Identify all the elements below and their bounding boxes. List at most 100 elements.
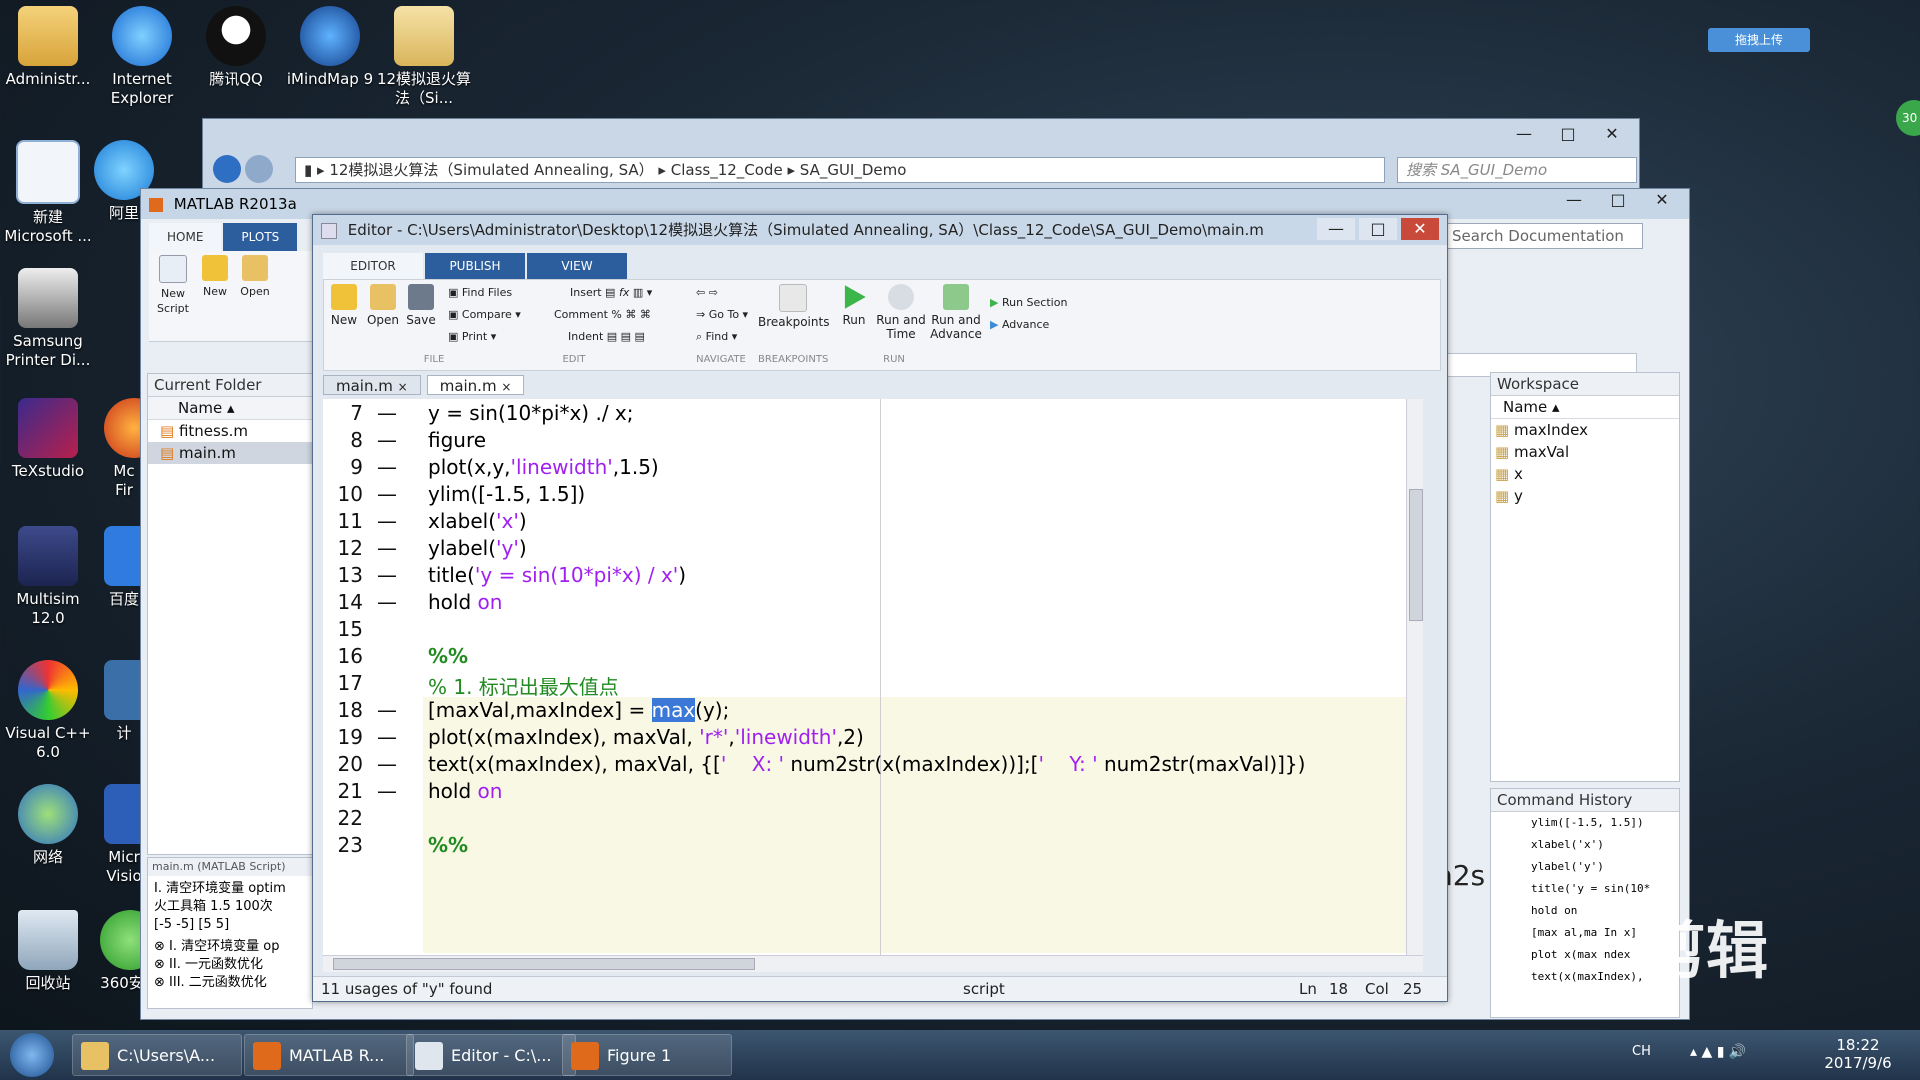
code-line[interactable]: y = sin(10*pi*x) ./ x;	[428, 401, 634, 425]
firefox-icon[interactable]: Mc Fir	[104, 398, 144, 500]
code-line[interactable]: %%	[428, 833, 468, 857]
save-button[interactable]: Save	[406, 280, 436, 327]
open-button[interactable]: Open	[237, 251, 273, 299]
workspace-var[interactable]: ▦ maxVal	[1491, 441, 1679, 463]
upload-button[interactable]: 拖拽上传	[1708, 28, 1810, 52]
code-line[interactable]: %%	[428, 644, 468, 668]
history-line[interactable]: xlabel('x')	[1491, 834, 1679, 856]
indent-button[interactable]: Indent ▤ ▤ ▤	[568, 326, 645, 348]
code-line[interactable]: ylim([-1.5, 1.5])	[428, 482, 585, 506]
close-button[interactable]: ✕	[1593, 123, 1631, 145]
word-doc-icon[interactable]: 新建 Microsoft ...	[0, 140, 96, 246]
code-line[interactable]: title('y = sin(10*pi*x) / x')	[428, 563, 686, 587]
workspace-var[interactable]: ▦ maxIndex	[1491, 419, 1679, 441]
multisim-icon[interactable]: Multisim 12.0	[0, 526, 96, 628]
goto-button[interactable]: ⇒ Go To ▾	[696, 304, 748, 326]
taskbar-item-figure[interactable]: Figure 1	[562, 1034, 732, 1076]
new-button[interactable]: New	[328, 280, 360, 327]
scrollbar-thumb[interactable]	[333, 958, 755, 970]
outline-item[interactable]: ⊗ II. 一元函数优化	[154, 956, 306, 974]
minimize-button[interactable]: —	[1505, 123, 1543, 145]
horizontal-scrollbar[interactable]	[323, 955, 1423, 972]
folder-icon[interactable]: 12模拟退火算法（Si...	[376, 6, 472, 108]
comment-button[interactable]: Comment % ⌘ ⌘	[554, 304, 651, 326]
language-indicator[interactable]: CH	[1632, 1044, 1651, 1059]
find-button[interactable]: ⌕ Find ▾	[696, 326, 737, 348]
workspace-var[interactable]: ▦ y	[1491, 485, 1679, 507]
tray-icons[interactable]: ▴ ▲ ▮ 🔊	[1690, 1044, 1746, 1060]
code-line[interactable]: plot(x,y,'linewidth',1.5)	[428, 455, 659, 479]
code-line[interactable]: plot(x(maxIndex), maxVal, 'r*','linewidt…	[428, 725, 864, 749]
minimize-button[interactable]: —	[1555, 189, 1593, 211]
tab-home[interactable]: HOME	[149, 223, 222, 251]
back-button[interactable]	[213, 155, 241, 183]
explorer-search-input[interactable]: 搜索 SA_GUI_Demo	[1397, 157, 1637, 183]
run-and-time-button[interactable]: Run and Time	[876, 280, 926, 341]
history-line[interactable]: ylabel('y')	[1491, 856, 1679, 878]
search-documentation-input[interactable]: Search Documentation	[1445, 223, 1643, 249]
run-button[interactable]: Run	[836, 280, 872, 327]
print-button[interactable]: ▣ Print ▾	[448, 326, 496, 348]
document-tab[interactable]: main.m ×	[323, 375, 421, 395]
document-tab[interactable]: main.m ×	[426, 375, 525, 395]
qq-icon[interactable]: 腾讯QQ	[188, 6, 284, 89]
code-line[interactable]: [maxVal,maxIndex] = max(y);	[428, 698, 729, 722]
tab-publish[interactable]: PUBLISH	[425, 253, 525, 279]
back-forward-arrows[interactable]: ⇦ ⇨	[696, 282, 718, 304]
outline-item[interactable]: ⊗ III. 二元函数优化	[154, 974, 306, 992]
file-row[interactable]: ▤ main.m	[148, 442, 312, 464]
insert-button[interactable]: Insert ▤ fx ▥ ▾	[570, 282, 652, 304]
recycle-bin-icon[interactable]: 回收站	[0, 910, 96, 993]
computer-icon[interactable]: 计	[104, 660, 144, 743]
taskbar-item-editor[interactable]: Editor - C:\...	[406, 1034, 576, 1076]
code-line[interactable]: figure	[428, 428, 486, 452]
advance-button[interactable]: ▶ Advance	[990, 314, 1049, 336]
administrator-folder-icon[interactable]: Administr...	[0, 6, 96, 89]
tab-editor[interactable]: EDITOR	[323, 253, 423, 279]
compare-button[interactable]: ▣ Compare ▾	[448, 304, 521, 326]
baidu-icon[interactable]: 百度	[104, 526, 144, 609]
run-and-advance-button[interactable]: Run and Advance	[930, 280, 982, 341]
close-button[interactable]: ✕	[1401, 218, 1439, 240]
find-files-button[interactable]: ▣ Find Files	[448, 282, 512, 304]
history-line[interactable]: ylim([-1.5, 1.5])	[1491, 812, 1679, 834]
start-button[interactable]	[10, 1033, 54, 1077]
taskbar-item-explorer[interactable]: C:\Users\A...	[72, 1034, 242, 1076]
file-row[interactable]: ▤ fitness.m	[148, 420, 312, 442]
new-button[interactable]: New	[197, 251, 233, 299]
code-line[interactable]: % 1. 标记出最大值点	[428, 671, 619, 700]
taskbar-item-matlab[interactable]: MATLAB R...	[244, 1034, 414, 1076]
scrollbar-thumb[interactable]	[1409, 489, 1423, 621]
open-button[interactable]: Open	[366, 280, 400, 327]
code-editor[interactable]: 7— y = sin(10*pi*x) ./ x; 8— figure 9— p…	[323, 399, 1423, 955]
code-line[interactable]: hold on	[428, 590, 502, 614]
code-line[interactable]: xlabel('x')	[428, 509, 527, 533]
vertical-scrollbar[interactable]	[1406, 399, 1423, 955]
tab-plots[interactable]: PLOTS	[223, 223, 298, 251]
texstudio-icon[interactable]: TeXstudio	[0, 398, 96, 481]
path-segment[interactable]: Class_12_Code	[671, 161, 783, 179]
minimize-button[interactable]: —	[1317, 218, 1355, 240]
outline-item[interactable]: ⊗ I. 清空环境变量 op	[154, 938, 306, 956]
history-line[interactable]: title('y = sin(10*	[1491, 878, 1679, 900]
new-script-button[interactable]: New Script	[153, 251, 193, 316]
network-icon[interactable]: 网络	[0, 784, 96, 867]
imindmap-icon[interactable]: iMindMap 9	[282, 6, 378, 89]
forward-button[interactable]	[245, 155, 273, 183]
run-section-button[interactable]: ▶ Run Section	[990, 292, 1067, 314]
maximize-button[interactable]: □	[1599, 189, 1637, 211]
address-bar[interactable]: ▮ ▸ 12模拟退火算法（Simulated Annealing, SA） ▸ …	[295, 157, 1385, 183]
tab-view[interactable]: VIEW	[527, 253, 627, 279]
visio-icon[interactable]: Micr Visio	[104, 784, 144, 886]
breakpoints-button[interactable]: Breakpoints	[758, 280, 829, 329]
maximize-button[interactable]: □	[1549, 123, 1587, 145]
code-line[interactable]: ylabel('y')	[428, 536, 527, 560]
name-column-header[interactable]: Name ▴	[148, 397, 312, 420]
visual-cpp-icon[interactable]: Visual C++ 6.0	[0, 660, 96, 762]
code-line[interactable]: text(x(maxIndex), maxVal, {[' X: ' num2s…	[428, 752, 1305, 776]
name-column-header[interactable]: Name ▴	[1491, 396, 1679, 419]
path-segment[interactable]: SA_GUI_Demo	[800, 161, 907, 179]
360-icon[interactable]: 360安	[100, 910, 144, 993]
internet-explorer-icon[interactable]: Internet Explorer	[94, 6, 190, 108]
path-segment[interactable]: 12模拟退火算法（Simulated Annealing, SA）	[329, 161, 653, 179]
